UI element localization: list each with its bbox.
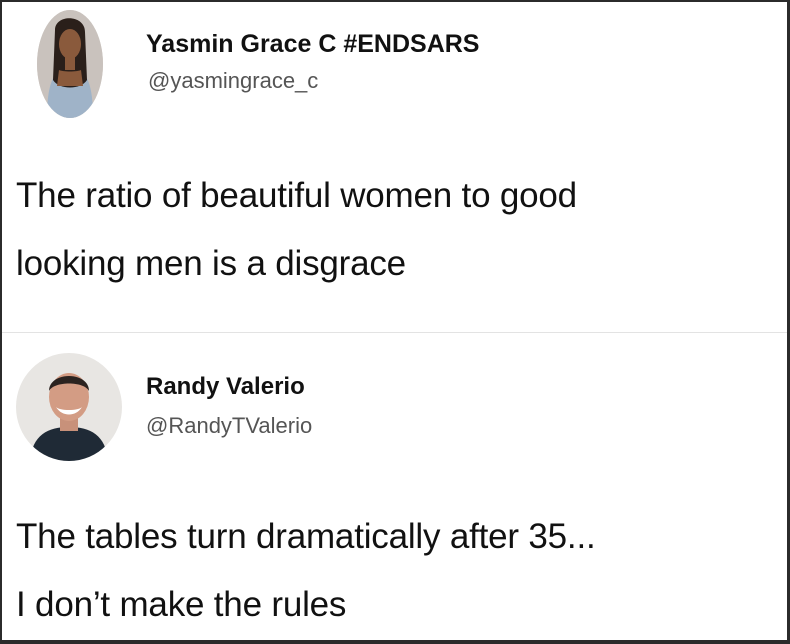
user-handle[interactable]: @yasmingrace_c bbox=[148, 68, 318, 94]
tweet-randy: Randy Valerio @RandyTValerio The tables … bbox=[2, 333, 787, 640]
tweet-yasmin: Yasmin Grace C #ENDSARS @yasmingrace_c T… bbox=[2, 2, 787, 332]
tweet-text-line: The ratio of beautiful women to good bbox=[16, 176, 577, 215]
tweet-text-line: I don’t make the rules bbox=[16, 585, 347, 624]
tweet-text-line: looking men is a disgrace bbox=[16, 244, 406, 283]
user-handle[interactable]: @RandyTValerio bbox=[146, 413, 312, 439]
tweet-text: The tables turn dramatically after 35...… bbox=[16, 503, 786, 639]
avatar[interactable] bbox=[16, 353, 122, 461]
display-name[interactable]: Randy Valerio bbox=[146, 373, 305, 401]
woman-profile-photo-icon bbox=[37, 10, 103, 118]
man-profile-photo-icon bbox=[16, 353, 122, 461]
tweet-text: The ratio of beautiful women to good loo… bbox=[16, 162, 776, 298]
display-name[interactable]: Yasmin Grace C #ENDSARS bbox=[146, 30, 479, 59]
screenshot-frame: Yasmin Grace C #ENDSARS @yasmingrace_c T… bbox=[0, 0, 790, 644]
tweet-text-line: The tables turn dramatically after 35... bbox=[16, 517, 596, 556]
avatar[interactable] bbox=[37, 10, 103, 118]
